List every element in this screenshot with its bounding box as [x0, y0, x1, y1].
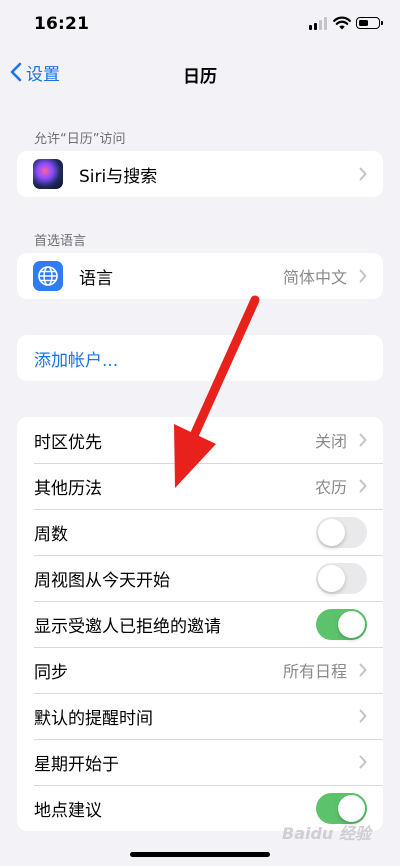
- toggle-switch[interactable]: [316, 562, 367, 594]
- page-title: 日历: [183, 67, 217, 87]
- settings-row-label: 默认的提醒时间: [34, 708, 153, 729]
- add-account-group: 添加帐户...: [17, 335, 383, 381]
- settings-row[interactable]: 显示受邀人已拒绝的邀请: [17, 601, 383, 647]
- settings-row-label: 时区优先: [34, 432, 102, 453]
- add-account-label: 添加帐户...: [34, 350, 119, 371]
- settings-row-value: 所有日程: [282, 662, 347, 681]
- settings-row[interactable]: 周数: [17, 509, 383, 555]
- battery-icon: [356, 17, 383, 29]
- language-value: 简体中文: [282, 268, 347, 287]
- home-indicator: [130, 852, 270, 857]
- toggle-knob: [318, 564, 345, 592]
- navigation-bar: 设置 日历: [0, 52, 400, 92]
- chevron-right-icon: [359, 433, 367, 447]
- toggle-knob: [338, 610, 365, 638]
- language-label: 语言: [79, 268, 113, 289]
- calendar-settings-group: 时区优先 关闭其他历法 农历周数周视图从今天开始显示受邀人已拒绝的邀请 同步 所有日程默…: [17, 417, 383, 831]
- chevron-right-icon: [359, 663, 367, 677]
- language-row[interactable]: 语言 简体中文: [17, 253, 383, 299]
- chevron-right-icon: [359, 167, 367, 181]
- globe-icon: [33, 261, 63, 291]
- language-group: 语言 简体中文: [17, 253, 383, 299]
- settings-row[interactable]: 同步 所有日程: [17, 647, 383, 693]
- settings-row-label: 其他历法: [34, 478, 102, 499]
- section-header-language: 首选语言: [34, 234, 87, 249]
- siri-search-row[interactable]: Siri与搜索: [17, 151, 383, 197]
- cellular-signal-icon: [309, 17, 328, 30]
- wifi-icon: [333, 16, 351, 30]
- toggle-switch[interactable]: [316, 792, 367, 824]
- status-time: 16:21: [34, 14, 90, 34]
- settings-row[interactable]: 周视图从今天开始: [17, 555, 383, 601]
- toggle-switch[interactable]: [316, 608, 367, 640]
- siri-search-label: Siri与搜索: [79, 166, 158, 187]
- siri-icon: [33, 159, 63, 189]
- chevron-right-icon: [359, 709, 367, 723]
- section-header-access: 允许“日历”访问: [34, 132, 126, 147]
- settings-row-label: 地点建议: [34, 800, 102, 821]
- add-account-button[interactable]: 添加帐户...: [17, 335, 383, 381]
- toggle-knob: [318, 518, 345, 546]
- status-bar: 16:21: [0, 0, 400, 50]
- settings-row-value: 农历: [314, 478, 347, 497]
- watermark: Baidu 经验: [282, 824, 371, 843]
- chevron-right-icon: [359, 269, 367, 283]
- settings-row[interactable]: 星期开始于: [17, 739, 383, 785]
- settings-row-value: 关闭: [314, 432, 347, 451]
- access-group: Siri与搜索: [17, 151, 383, 197]
- toggle-knob: [338, 794, 365, 822]
- settings-row-label: 星期开始于: [34, 754, 119, 775]
- battery-level: [358, 19, 369, 26]
- settings-row-label: 显示受邀人已拒绝的邀请: [34, 616, 221, 637]
- chevron-right-icon: [359, 479, 367, 493]
- settings-row-label: 同步: [34, 662, 68, 683]
- settings-row[interactable]: 其他历法 农历: [17, 463, 383, 509]
- toggle-switch[interactable]: [316, 516, 367, 548]
- settings-row[interactable]: 时区优先 关闭: [17, 417, 383, 463]
- chevron-right-icon: [359, 755, 367, 769]
- settings-row[interactable]: 默认的提醒时间: [17, 693, 383, 739]
- settings-row-label: 周数: [34, 524, 68, 545]
- settings-row-label: 周视图从今天开始: [34, 570, 170, 591]
